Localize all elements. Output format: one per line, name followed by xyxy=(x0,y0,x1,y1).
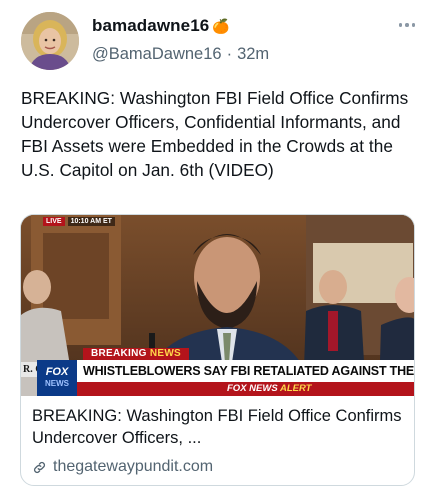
dot-separator: · xyxy=(226,45,233,63)
fox-news-alert-bar: FOX NEWS ALERT xyxy=(77,382,414,396)
post-text: BREAKING: Washington FBI Field Office Co… xyxy=(21,88,409,180)
handle-row: @BamaDawne16 · 32m xyxy=(92,45,269,64)
link-icon xyxy=(32,460,47,475)
card-title[interactable]: BREAKING: Washington FBI Field Office Co… xyxy=(32,405,407,449)
display-name[interactable]: bamadawne16 xyxy=(92,16,209,36)
more-horizontal-icon[interactable] xyxy=(396,20,418,30)
chyron-headline: WHISTLEBLOWERS SAY FBI RETALIATED AGAINS… xyxy=(77,360,414,382)
more-dot xyxy=(405,23,409,27)
author-name-row[interactable]: bamadawne16 🍊 xyxy=(92,16,230,36)
card-domain-row[interactable]: thegatewaypundit.com xyxy=(32,458,213,476)
author-handle[interactable]: @BamaDawne16 xyxy=(92,45,222,64)
news-chyron: BREAKING NEWS R. C FOX NEWS WHISTLEBLOWER… xyxy=(21,348,414,396)
alert-word: ALERT xyxy=(279,383,312,394)
fox-logo-top: FOX xyxy=(45,366,69,378)
card-domain: thegatewaypundit.com xyxy=(53,458,214,475)
post-time[interactable]: 32m xyxy=(237,45,269,64)
live-bug: LIVE 10:10 AM ET xyxy=(43,217,115,226)
link-card[interactable]: LIVE 10:10 AM ET BREAKING NEWS R. C FOX N… xyxy=(20,214,415,486)
post[interactable]: bamadawne16 🍊 @BamaDawne16 · 32m BREAKIN… xyxy=(0,0,436,500)
more-dot xyxy=(398,23,403,27)
breaking-news-tab: BREAKING NEWS xyxy=(83,348,190,360)
fox-news-logo: FOX NEWS xyxy=(37,360,77,396)
avatar[interactable] xyxy=(21,12,79,70)
alert-prefix: FOX NEWS xyxy=(227,383,280,394)
live-time: 10:10 AM ET xyxy=(67,217,115,226)
more-dot xyxy=(411,23,416,27)
orange-emoji: 🍊 xyxy=(212,18,230,34)
fox-logo-bottom: NEWS xyxy=(45,379,69,388)
live-tag: LIVE xyxy=(43,217,65,226)
avatar-photo xyxy=(21,12,79,70)
breaking-word: BREAKING xyxy=(91,348,150,359)
news-word: NEWS xyxy=(149,348,182,359)
card-image[interactable]: LIVE 10:10 AM ET BREAKING NEWS R. C FOX N… xyxy=(21,215,414,396)
